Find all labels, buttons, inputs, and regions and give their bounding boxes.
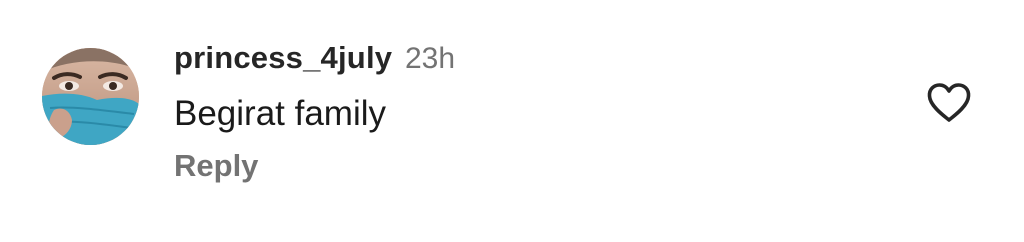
comment-item: princess_4july 23h Begirat family Reply [0,0,1024,242]
avatar-photo [42,48,139,145]
comment-timestamp: 23h [405,42,456,75]
avatar[interactable] [42,48,139,145]
heart-outline-icon [927,83,971,122]
reply-button[interactable]: Reply [174,148,258,184]
comment-username[interactable]: princess_4july [174,40,392,76]
like-button[interactable] [926,82,972,124]
comment-text: Begirat family [174,94,387,133]
